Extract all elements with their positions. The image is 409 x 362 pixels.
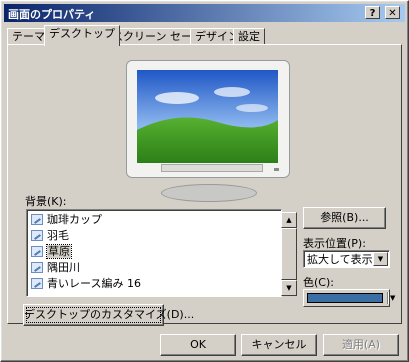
color-picker-button[interactable]: ▼ <box>303 289 395 307</box>
tab-desktop[interactable]: デスクトップ <box>44 25 120 46</box>
monitor-preview <box>126 60 290 202</box>
ok-button[interactable]: OK <box>160 334 236 356</box>
window-title: 画面のプロパティ <box>8 8 96 21</box>
monitor-case <box>126 60 290 178</box>
scroll-up-icon[interactable]: ▲ <box>281 212 297 228</box>
picture-icon <box>31 262 43 273</box>
color-button-divider <box>387 292 389 304</box>
browse-button[interactable]: 参照(B)... <box>303 207 386 229</box>
monitor-control-strip <box>161 164 263 172</box>
list-item[interactable]: 隅田川 <box>29 260 263 276</box>
customize-desktop-button[interactable]: デスクトップのカスタマイズ(D)... <box>23 304 194 326</box>
background-list: 珈琲カップ 羽毛 草原 隅田川 青いレース編み 16 <box>29 212 263 296</box>
picture-icon <box>31 278 43 289</box>
wallpaper-preview <box>137 70 278 163</box>
help-icon[interactable]: ? <box>365 6 380 19</box>
list-item[interactable]: 珈琲カップ <box>29 212 263 228</box>
picture-icon <box>31 230 43 241</box>
monitor-stand <box>161 184 257 202</box>
list-item[interactable]: 青いレース編み 16 <box>29 276 263 292</box>
apply-button[interactable]: 適用(A) <box>323 334 399 356</box>
display-properties-window: 画面のプロパティ ? ✕ テーマ デスクトップ スクリーン セーバー デザイン … <box>0 0 409 362</box>
picture-icon <box>31 246 43 257</box>
close-icon[interactable]: ✕ <box>385 6 400 19</box>
title-bar[interactable]: 画面のプロパティ ? ✕ <box>4 4 405 22</box>
chevron-down-icon: ▼ <box>390 294 396 302</box>
position-select[interactable]: 拡大して表示 ▼ <box>303 250 390 268</box>
scroll-down-icon[interactable]: ▼ <box>281 280 297 296</box>
cancel-button[interactable]: キャンセル <box>241 334 317 356</box>
position-value: 拡大して表示 <box>307 253 373 266</box>
bliss-image <box>137 70 278 163</box>
scroll-thumb[interactable] <box>281 228 297 280</box>
background-listbox[interactable]: 珈琲カップ 羽毛 草原 隅田川 青いレース編み 16 ▲ ▼ <box>26 209 297 297</box>
tab-settings[interactable]: 設定 <box>233 28 265 45</box>
list-item-selected[interactable]: 草原 <box>29 244 263 260</box>
background-label: 背景(K): <box>25 195 67 208</box>
desktop-tab-panel: 背景(K): 珈琲カップ 羽毛 草原 隅田川 青いレース編み 16 ▲ ▼ 参照… <box>7 44 402 326</box>
list-scrollbar[interactable]: ▲ ▼ <box>281 212 297 296</box>
position-label: 表示位置(P): <box>303 237 366 250</box>
power-led-icon <box>274 168 279 171</box>
color-label: 色(C): <box>303 276 334 289</box>
list-item[interactable]: 羽毛 <box>29 228 263 244</box>
chevron-down-icon[interactable]: ▼ <box>373 252 388 266</box>
color-swatch <box>307 293 383 303</box>
picture-icon <box>31 214 43 225</box>
